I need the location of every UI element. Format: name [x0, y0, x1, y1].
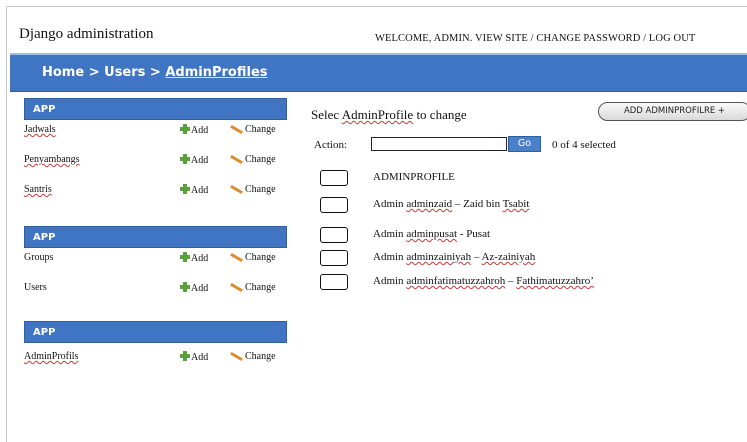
pencil-icon — [230, 185, 242, 193]
row-checkbox[interactable] — [320, 250, 348, 266]
change-label: Change — [245, 252, 276, 263]
change-link[interactable]: Change — [230, 282, 276, 293]
row-link[interactable]: Admin adminpusat - Pusat — [373, 228, 490, 240]
pencil-icon — [230, 125, 242, 133]
selected-count: 0 of 4 selected — [552, 139, 616, 151]
site-title[interactable]: Django administration — [19, 26, 154, 43]
pencil-icon — [230, 352, 242, 360]
breadcrumb-bar: Home > Users > AdminProfiles — [10, 53, 747, 92]
add-label: Add — [191, 155, 209, 166]
breadcrumb-users[interactable]: Users — [104, 65, 145, 80]
model-link-groups[interactable]: Groups — [24, 252, 53, 263]
action-label: Action: — [314, 139, 347, 151]
add-link[interactable]: Add — [180, 124, 208, 136]
table-row: Admin adminpusat - Pusat — [320, 227, 740, 245]
add-adminprofile-button[interactable]: ADD ADMINPROFILRE + — [598, 102, 747, 121]
change-link[interactable]: Change — [230, 154, 276, 165]
model-link-penyambangs[interactable]: Penyambangs — [24, 154, 80, 165]
row-checkbox[interactable] — [320, 227, 348, 243]
title-suffix: to change — [413, 107, 467, 122]
plus-icon — [180, 154, 190, 164]
column-header-row: ADMINPROFILE — [320, 170, 740, 188]
change-label: Change — [245, 154, 276, 165]
breadcrumb-separator: > — [84, 65, 105, 80]
select-all-checkbox[interactable] — [320, 170, 348, 186]
model-row-penyambangs: Penyambangs Add Change — [24, 154, 287, 168]
pencil-icon — [230, 155, 242, 163]
change-label: Change — [245, 184, 276, 195]
header: Django administration WELCOME, ADMIN. VI… — [7, 7, 747, 51]
model-link-adminprofils[interactable]: AdminProfils — [24, 351, 78, 362]
page-title: Selec AdminProfile to change — [311, 107, 467, 123]
title-prefix: Selec — [311, 107, 342, 122]
changelist-content: Selec AdminProfile to change ADD ADMINPR… — [310, 98, 747, 398]
pencil-icon — [230, 283, 242, 291]
plus-icon — [180, 282, 190, 292]
model-row-santris: Santris Add Change — [24, 184, 287, 198]
add-label: Add — [191, 185, 209, 196]
model-link-jadwals[interactable]: Jadwals — [24, 124, 56, 135]
action-bar: Action: Go 0 of 4 selected — [310, 136, 747, 154]
module-header[interactable]: APP — [24, 321, 287, 343]
add-link[interactable]: Add — [180, 351, 208, 363]
add-label: Add — [191, 352, 209, 363]
model-row-users: Users Add Change — [24, 282, 287, 296]
add-label: Add — [191, 253, 209, 264]
plus-icon — [180, 252, 190, 262]
model-row-adminprofils: AdminProfils Add Change — [24, 351, 287, 365]
user-tools[interactable]: WELCOME, ADMIN. VIEW SITE / CHANGE PASSW… — [375, 33, 695, 44]
row-link[interactable]: Admin adminzainiyah – Az-zainiyah — [373, 251, 535, 263]
module-header[interactable]: APP — [24, 98, 287, 120]
title-model: AdminProfile — [341, 107, 414, 122]
breadcrumb-home[interactable]: Home — [42, 65, 84, 80]
model-row-jadwals: Jadwals Add Change — [24, 124, 287, 138]
model-link-users[interactable]: Users — [24, 282, 47, 293]
row-link[interactable]: Admin adminzaid – Zaid bin Tsabit — [373, 198, 529, 210]
change-label: Change — [245, 282, 276, 293]
plus-icon — [180, 351, 190, 361]
model-row-groups: Groups Add Change — [24, 252, 287, 266]
go-button[interactable]: Go — [508, 136, 541, 152]
row-checkbox[interactable] — [320, 274, 348, 290]
add-label: Add — [191, 125, 209, 136]
app-module-2: APP — [24, 226, 287, 248]
breadcrumb: Home > Users > AdminProfiles — [42, 65, 268, 80]
add-label: Add — [191, 283, 209, 294]
action-select[interactable] — [371, 137, 507, 151]
app-module-3: APP — [24, 321, 287, 343]
column-header[interactable]: ADMINPROFILE — [373, 171, 455, 183]
change-label: Change — [245, 351, 276, 362]
add-link[interactable]: Add — [180, 154, 208, 166]
add-link[interactable]: Add — [180, 282, 208, 294]
module-header[interactable]: APP — [24, 226, 287, 248]
breadcrumb-current: AdminProfiles — [165, 65, 268, 80]
table-row: Admin adminzaid – Zaid bin Tsabit — [320, 197, 740, 215]
table-row: Admin adminzainiyah – Az-zainiyah — [320, 250, 740, 268]
change-link[interactable]: Change — [230, 252, 276, 263]
add-link[interactable]: Add — [180, 252, 208, 264]
change-link[interactable]: Change — [230, 124, 276, 135]
model-link-santris[interactable]: Santris — [24, 184, 52, 195]
row-checkbox[interactable] — [320, 197, 348, 213]
table-row: Admin adminfatimatuzzahroh – Fathimatuzz… — [320, 274, 740, 292]
change-link[interactable]: Change — [230, 351, 276, 362]
change-link[interactable]: Change — [230, 184, 276, 195]
plus-icon — [180, 184, 190, 194]
add-link[interactable]: Add — [180, 184, 208, 196]
pencil-icon — [230, 253, 242, 261]
plus-icon — [180, 124, 190, 134]
breadcrumb-separator: > — [145, 65, 166, 80]
app-module-1: APP — [24, 98, 287, 120]
row-link[interactable]: Admin adminfatimatuzzahroh – Fathimatuzz… — [373, 275, 594, 287]
change-label: Change — [245, 124, 276, 135]
